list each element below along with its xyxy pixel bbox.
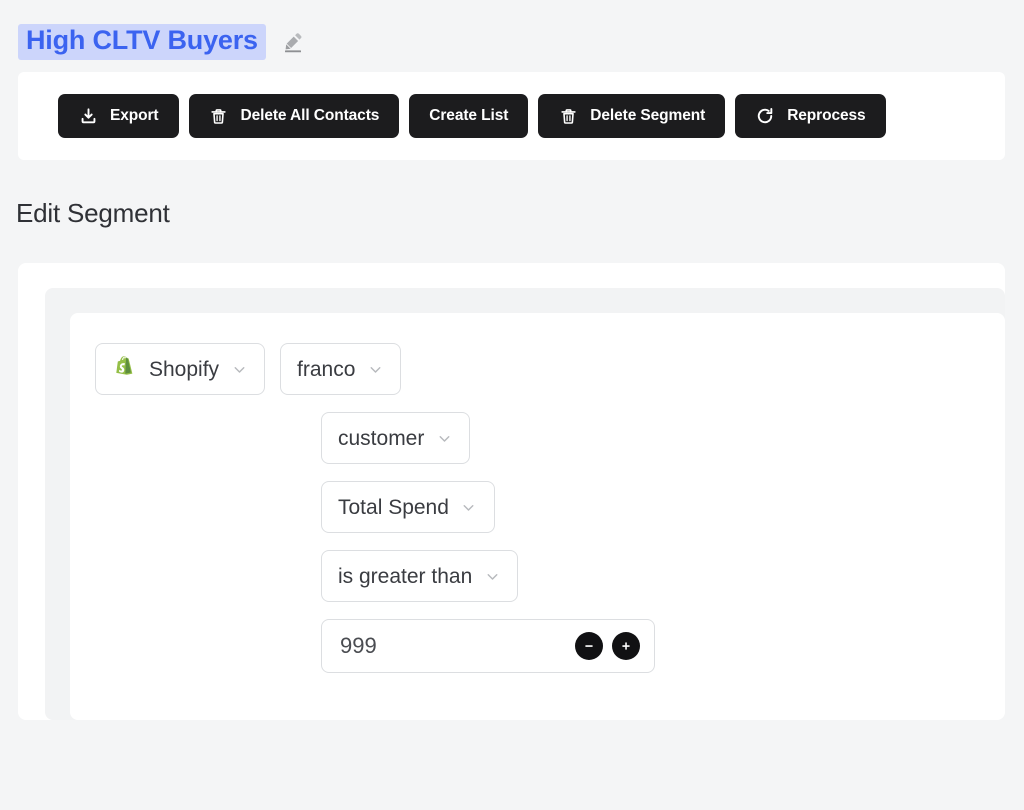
delete-segment-label: Delete Segment xyxy=(590,107,706,124)
refresh-icon xyxy=(755,106,775,126)
delete-all-contacts-button[interactable]: Delete All Contacts xyxy=(188,94,400,138)
field-select-label: Total Spend xyxy=(338,495,449,519)
source-select-label: Shopify xyxy=(149,357,220,381)
export-button-label: Export xyxy=(110,107,159,124)
reprocess-label: Reprocess xyxy=(787,107,866,124)
object-select[interactable]: customer xyxy=(321,412,471,464)
shopify-logo-icon xyxy=(112,355,138,383)
increment-button[interactable] xyxy=(612,632,640,660)
operator-select-label: is greater than xyxy=(338,564,473,588)
segment-actions-toolbar: Export Delete All Contacts Create List D… xyxy=(18,72,1005,160)
source-row: Shopify franco xyxy=(95,343,1005,395)
chevron-down-icon xyxy=(366,360,384,378)
value-row xyxy=(95,619,1005,673)
source-select[interactable]: Shopify xyxy=(95,343,266,395)
edit-segment-heading: Edit Segment xyxy=(16,198,170,228)
segment-title-row: High CLTV Buyers xyxy=(0,0,1024,60)
chevron-down-icon xyxy=(460,498,478,516)
operator-row: is greater than xyxy=(95,550,1005,602)
page-title: High CLTV Buyers xyxy=(18,24,266,60)
condition-rule-card: Shopify franco customer Total Spend is g… xyxy=(70,313,1005,720)
create-list-button[interactable]: Create List xyxy=(409,94,529,138)
pencil-edit-icon[interactable] xyxy=(280,29,306,55)
delete-all-contacts-label: Delete All Contacts xyxy=(240,107,380,124)
account-select[interactable]: franco xyxy=(280,343,402,395)
threshold-value-field[interactable] xyxy=(321,619,655,673)
chevron-down-icon xyxy=(230,360,248,378)
download-icon xyxy=(78,106,98,126)
trash-icon xyxy=(558,106,578,126)
condition-group-panel: Shopify franco customer Total Spend is g… xyxy=(45,288,1005,720)
export-button[interactable]: Export xyxy=(58,94,179,138)
operator-select[interactable]: is greater than xyxy=(321,550,519,602)
field-select[interactable]: Total Spend xyxy=(321,481,495,533)
threshold-value-input[interactable] xyxy=(340,633,566,659)
delete-segment-button[interactable]: Delete Segment xyxy=(538,94,726,138)
object-select-label: customer xyxy=(338,426,425,450)
chevron-down-icon xyxy=(435,429,453,447)
reprocess-button[interactable]: Reprocess xyxy=(735,94,886,138)
create-list-label: Create List xyxy=(429,107,509,124)
trash-icon xyxy=(209,106,229,126)
object-row: customer xyxy=(95,412,1005,464)
decrement-button[interactable] xyxy=(575,632,603,660)
field-row: Total Spend xyxy=(95,481,1005,533)
segment-builder-card: Shopify franco customer Total Spend is g… xyxy=(18,263,1005,720)
chevron-down-icon xyxy=(483,567,501,585)
account-select-label: franco xyxy=(297,357,356,381)
